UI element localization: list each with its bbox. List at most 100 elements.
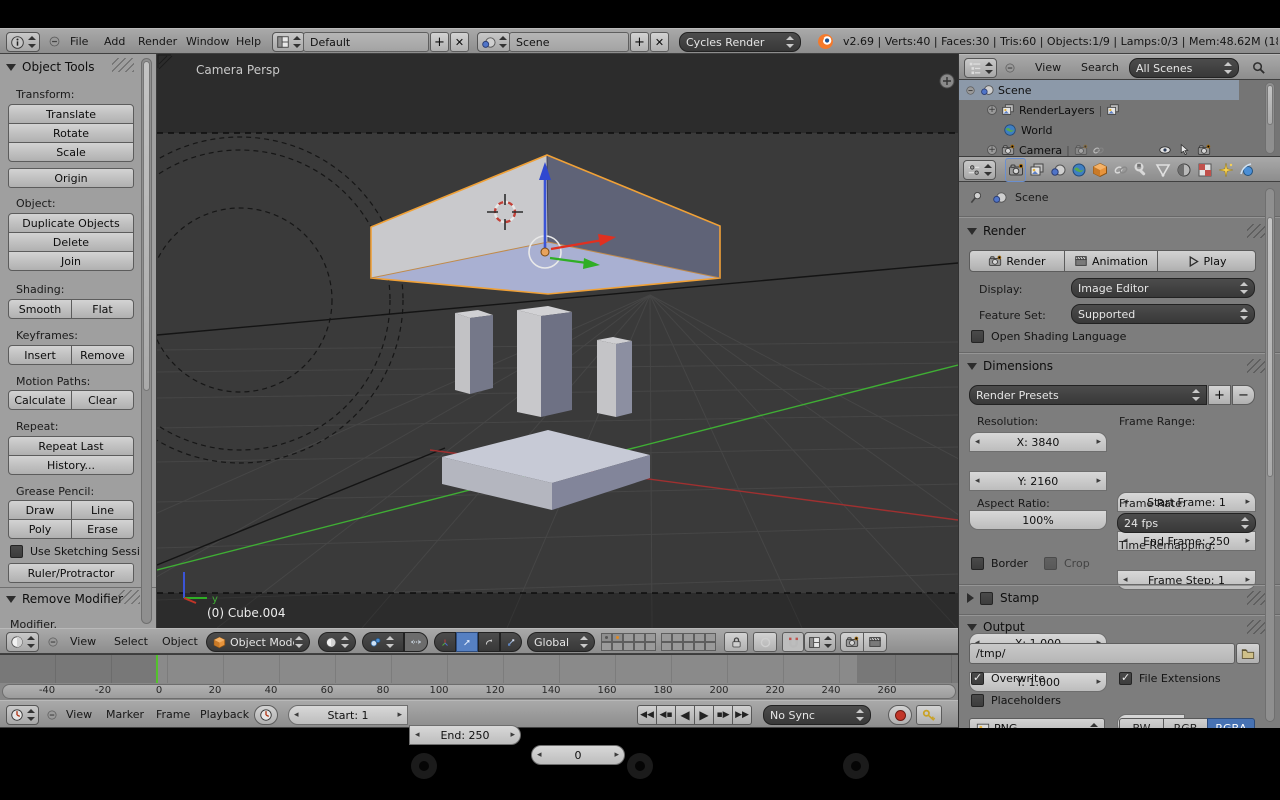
pivot-point-dropdown[interactable] — [362, 632, 404, 652]
output-panel-header[interactable]: Output — [967, 620, 1025, 634]
visibility-eye-icon[interactable] — [1158, 143, 1172, 156]
remove-keyframe-button[interactable]: Remove — [71, 345, 134, 365]
manipulator-translate-button[interactable] — [456, 632, 478, 652]
menu-render[interactable]: Render — [134, 29, 181, 55]
browse-folder-button[interactable] — [1236, 643, 1260, 664]
menu-object[interactable]: Object — [158, 629, 202, 655]
outliner-row-world[interactable]: World — [959, 120, 1280, 140]
render-presets-dropdown[interactable]: Render Presets — [969, 385, 1207, 405]
decrement-arrow-icon[interactable]: ◂ — [975, 472, 980, 490]
record-button[interactable] — [888, 705, 912, 725]
translate-button[interactable]: Translate — [8, 104, 134, 124]
collapse-menus-icon[interactable] — [48, 35, 61, 48]
layers-grid-1[interactable] — [601, 633, 656, 651]
frame-rate-dropdown[interactable]: 24 fps — [1117, 513, 1256, 533]
placeholders-checkbox[interactable]: Placeholders — [971, 694, 1061, 707]
prev-keyframe-button[interactable]: ◀▪ — [656, 705, 676, 725]
timeline-tracks[interactable] — [0, 654, 958, 683]
nav-dot-right[interactable] — [843, 753, 869, 779]
display-dropdown[interactable]: Image Editor — [1071, 278, 1255, 298]
delete-layout-button[interactable]: ✕ — [450, 32, 469, 52]
pillar-object-3[interactable] — [597, 337, 632, 417]
expand-plus-icon[interactable]: + — [987, 145, 997, 155]
menu-window[interactable]: Window — [182, 29, 233, 55]
shade-smooth-button[interactable]: Smooth — [8, 299, 72, 319]
border-checkbox[interactable]: Border — [971, 557, 1028, 570]
decrement-arrow-icon[interactable]: ◂ — [415, 726, 420, 744]
nav-dot-left[interactable] — [411, 753, 437, 779]
jump-to-end-button[interactable]: ▶▶ — [732, 705, 752, 725]
repeat-last-button[interactable]: Repeat Last — [8, 436, 134, 456]
transform-orientation-dropdown[interactable]: Global — [527, 632, 595, 652]
scene-browse-button[interactable] — [477, 32, 511, 52]
tab-scene[interactable] — [1047, 158, 1068, 182]
current-frame-field[interactable]: ◂0▸ — [531, 745, 625, 765]
resolution-x-field[interactable]: ◂X: 3840▸ — [969, 432, 1107, 452]
menu-marker[interactable]: Marker — [102, 702, 148, 728]
decrement-arrow-icon[interactable]: ◂ — [294, 706, 299, 724]
clear-paths-button[interactable]: Clear — [71, 390, 134, 410]
viewport-shading-dropdown[interactable] — [318, 632, 356, 652]
tab-constraints[interactable] — [1110, 158, 1131, 182]
duplicate-objects-button[interactable]: Duplicate Objects — [8, 213, 134, 233]
manipulator-rotate-button[interactable] — [478, 632, 500, 652]
tab-world[interactable] — [1068, 158, 1089, 182]
tab-object-data[interactable] — [1152, 158, 1173, 182]
frame-step-field[interactable]: ◂Frame Step: 1▸ — [1117, 570, 1256, 590]
layers-grid-2[interactable] — [661, 633, 716, 651]
tab-render[interactable] — [1005, 158, 1026, 182]
scrollbar-thumb[interactable] — [1267, 85, 1273, 125]
outliner-row-renderlayers[interactable]: + RenderLayers | — [959, 100, 1280, 120]
feature-set-dropdown[interactable]: Supported — [1071, 304, 1255, 324]
tool-shelf-scrollbar[interactable] — [141, 58, 152, 624]
stamp-panel-header[interactable]: Stamp — [967, 591, 1039, 605]
editor-type-info-button[interactable] — [6, 32, 40, 52]
editor-type-outliner-button[interactable] — [964, 58, 997, 78]
resolution-y-field[interactable]: ◂Y: 2160▸ — [969, 471, 1107, 491]
snap-toggle-button[interactable] — [782, 632, 804, 652]
delete-scene-button[interactable]: ✕ — [650, 32, 669, 52]
outliner-row-camera[interactable]: + Camera | — [959, 140, 1280, 156]
selectable-pointer-icon[interactable] — [1178, 143, 1191, 156]
insert-keyframe-button[interactable]: Insert — [8, 345, 72, 365]
scrollbar-thumb[interactable] — [1267, 217, 1273, 477]
add-layout-button[interactable]: + — [430, 32, 449, 52]
channels-rgba-button[interactable]: RGBA — [1207, 718, 1255, 728]
increment-arrow-icon[interactable]: ▸ — [1245, 571, 1250, 589]
add-preset-button[interactable]: + — [1208, 385, 1231, 405]
menu-search-outliner[interactable]: Search — [1077, 55, 1123, 81]
history-button[interactable]: History... — [8, 455, 134, 475]
mode-dropdown[interactable]: Object Mode — [206, 632, 310, 652]
increment-arrow-icon[interactable]: ▸ — [510, 726, 515, 744]
lock-to-scene-button[interactable] — [724, 632, 748, 652]
menu-playback[interactable]: Playback — [196, 702, 253, 728]
output-path-field[interactable]: /tmp/ — [969, 643, 1235, 664]
jump-to-start-button[interactable]: ◀◀ — [637, 705, 657, 725]
render-still-button[interactable]: Render — [969, 250, 1065, 272]
calculate-paths-button[interactable]: Calculate — [8, 390, 72, 410]
file-format-dropdown[interactable]: PNG — [969, 718, 1105, 728]
increment-arrow-icon[interactable]: ▸ — [1245, 532, 1250, 550]
render-engine-dropdown[interactable]: Cycles Render — [679, 32, 801, 52]
collapse-menus-icon[interactable] — [46, 709, 58, 721]
tab-material[interactable] — [1173, 158, 1194, 182]
origin-button[interactable]: Origin — [8, 168, 134, 188]
decrement-arrow-icon[interactable]: ◂ — [537, 746, 542, 764]
manipulator-toggle-button[interactable] — [404, 632, 428, 652]
viewport-3d[interactable]: Camera Persp y (0) Cube.004 — [157, 54, 958, 628]
collapse-menus-icon[interactable] — [47, 636, 59, 648]
gp-erase-button[interactable]: Erase — [71, 519, 134, 539]
properties-scrollbar[interactable] — [1265, 188, 1275, 722]
render-animation-button[interactable]: Animation — [1064, 250, 1158, 272]
collapse-minus-icon[interactable] — [965, 85, 976, 96]
decrement-arrow-icon[interactable]: ◂ — [975, 433, 980, 451]
ruler-protractor-button[interactable]: Ruler/Protractor — [8, 563, 134, 583]
playback-realtime-toggle[interactable] — [254, 705, 278, 725]
expand-plus-icon[interactable]: + — [987, 105, 997, 115]
crop-checkbox[interactable]: Crop — [1044, 557, 1090, 570]
increment-arrow-icon[interactable]: ▸ — [1096, 673, 1101, 691]
render-opengl-button[interactable] — [840, 632, 864, 652]
rotate-button[interactable]: Rotate — [8, 123, 134, 143]
gp-line-button[interactable]: Line — [71, 500, 134, 520]
panel-drag-handle[interactable] — [112, 58, 134, 72]
